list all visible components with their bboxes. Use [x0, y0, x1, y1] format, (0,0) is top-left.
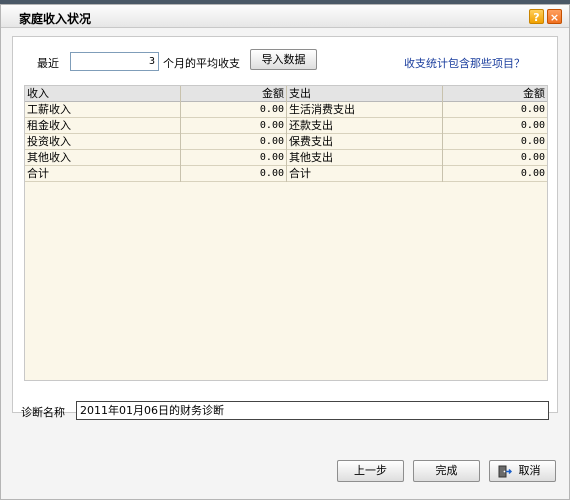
- dialog-title: 家庭收入状况: [19, 12, 92, 26]
- table-row[interactable]: 工薪收入 0.00 生活消费支出 0.00: [25, 102, 547, 118]
- income-total-label: 合计: [25, 166, 181, 182]
- expense-total-amount: 0.00: [520, 168, 545, 179]
- expense-total-label: 合计: [287, 166, 443, 182]
- income-item: 投资收入: [25, 134, 181, 150]
- recent-label: 最近: [37, 57, 59, 70]
- prev-step-button[interactable]: 上一步: [337, 460, 404, 482]
- income-item: 其他收入: [25, 150, 181, 166]
- income-item: 工薪收入: [25, 102, 181, 118]
- header-income-amount[interactable]: 金额: [181, 86, 287, 102]
- header-expense-amount[interactable]: 金额: [443, 86, 547, 102]
- cancel-button[interactable]: 取消: [489, 460, 556, 482]
- exit-door-icon: [498, 465, 512, 478]
- expense-item: 生活消费支出: [287, 102, 443, 118]
- expense-item: 还款支出: [287, 118, 443, 134]
- expense-item: 其他支出: [287, 150, 443, 166]
- income-item: 租金收入: [25, 118, 181, 134]
- expense-amount[interactable]: 0.00: [443, 134, 547, 150]
- income-panel: 最近 3 个月的平均收支 导入数据 收支统计包含那些项目？ 收入 金额 支出 金…: [12, 36, 558, 420]
- table-row[interactable]: 其他收入 0.00 其他支出 0.00: [25, 150, 547, 166]
- title-bar: 家庭收入状况 ? ×: [1, 5, 569, 28]
- expense-amount[interactable]: 0.00: [443, 118, 547, 134]
- import-data-button[interactable]: 导入数据: [250, 49, 317, 70]
- help-icon[interactable]: ?: [529, 9, 544, 24]
- header-expense[interactable]: 支出: [287, 86, 443, 102]
- cancel-button-label: 取消: [518, 464, 541, 477]
- average-label: 个月的平均收支: [163, 57, 240, 70]
- finish-button[interactable]: 完成: [413, 460, 480, 482]
- income-expense-table: 收入 金额 支出 金额 工薪收入 0.00 生活消费支出 0.00 租金收入 0…: [24, 85, 548, 381]
- header-income[interactable]: 收入: [25, 86, 181, 102]
- income-total-amount: 0.00: [181, 166, 287, 182]
- expense-amount[interactable]: 0.00: [443, 150, 547, 166]
- income-amount[interactable]: 0.00: [181, 102, 287, 118]
- expense-item: 保费支出: [287, 134, 443, 150]
- table-row[interactable]: 投资收入 0.00 保费支出 0.00: [25, 134, 547, 150]
- help-link[interactable]: 收支统计包含那些项目？: [404, 55, 525, 71]
- income-amount[interactable]: 0.00: [181, 118, 287, 134]
- close-icon[interactable]: ×: [547, 9, 562, 24]
- diagnosis-name-label: 诊断名称: [21, 406, 65, 419]
- income-amount[interactable]: 0.00: [181, 150, 287, 166]
- months-input[interactable]: 3: [70, 52, 159, 71]
- table-row[interactable]: 租金收入 0.00 还款支出 0.00: [25, 118, 547, 134]
- table-row-total[interactable]: 合计 0.00 合计 0.00: [25, 166, 547, 182]
- dialog-window: 家庭收入状况 ? × 最近 3 个月的平均收支 导入数据 收支统计包含那些项目？…: [0, 4, 570, 500]
- diagnosis-name-input[interactable]: 2011年01月06日的财务诊断: [76, 401, 549, 420]
- expense-amount[interactable]: 0.00: [443, 102, 547, 118]
- income-amount[interactable]: 0.00: [181, 134, 287, 150]
- table-header: 收入 金额 支出 金额: [25, 86, 547, 102]
